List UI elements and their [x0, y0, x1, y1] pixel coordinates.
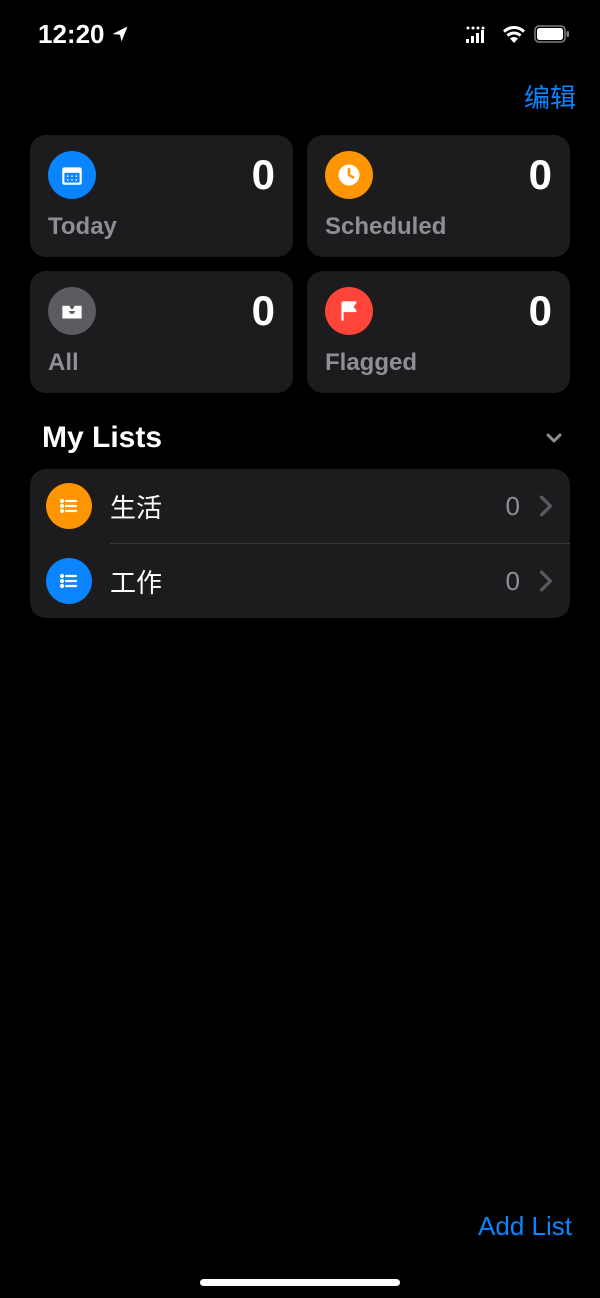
smart-list-scheduled[interactable]: 0 Scheduled — [307, 135, 570, 257]
my-lists-header[interactable]: My Lists — [0, 393, 600, 469]
calendar-today-icon — [48, 151, 96, 199]
flagged-count: 0 — [529, 290, 552, 332]
chevron-right-icon — [538, 495, 554, 517]
list-name-label: 生活 — [110, 488, 488, 525]
today-count: 0 — [252, 154, 275, 196]
nav-bar: 编辑 — [0, 54, 600, 135]
clock-icon — [325, 151, 373, 199]
chevron-right-icon — [538, 570, 554, 592]
chevron-down-icon — [542, 426, 566, 450]
status-time: 12:20 — [38, 19, 129, 50]
list-bullet-icon — [46, 483, 92, 529]
location-icon — [111, 25, 129, 43]
battery-icon — [534, 25, 570, 43]
inbox-icon — [48, 287, 96, 335]
status-bar: 12:20 — [0, 0, 600, 54]
status-indicators — [466, 25, 570, 43]
list-item[interactable]: 生活 0 — [30, 469, 570, 543]
list-count-label: 0 — [506, 566, 520, 597]
smart-list-all[interactable]: 0 All — [30, 271, 293, 393]
all-label: All — [48, 349, 275, 377]
edit-button[interactable]: 编辑 — [524, 78, 576, 115]
add-list-button[interactable]: Add List — [478, 1211, 572, 1242]
list-item[interactable]: 工作 0 — [30, 544, 570, 618]
list-name-label: 工作 — [110, 563, 488, 600]
my-lists-container: 生活 0 工作 0 — [30, 469, 570, 618]
wifi-icon — [502, 25, 526, 43]
list-bullet-icon — [46, 558, 92, 604]
flagged-label: Flagged — [325, 349, 552, 377]
scheduled-label: Scheduled — [325, 213, 552, 241]
today-label: Today — [48, 213, 275, 241]
flag-icon — [325, 287, 373, 335]
all-count: 0 — [252, 290, 275, 332]
scheduled-count: 0 — [529, 154, 552, 196]
smart-lists-grid: 0 Today 0 Scheduled 0 — [0, 135, 600, 393]
smart-list-flagged[interactable]: 0 Flagged — [307, 271, 570, 393]
home-indicator[interactable] — [200, 1279, 400, 1286]
smart-list-today[interactable]: 0 Today — [30, 135, 293, 257]
my-lists-title: My Lists — [42, 421, 162, 455]
time-label: 12:20 — [38, 19, 105, 50]
list-count-label: 0 — [506, 491, 520, 522]
dual-sim-icon — [466, 25, 494, 43]
